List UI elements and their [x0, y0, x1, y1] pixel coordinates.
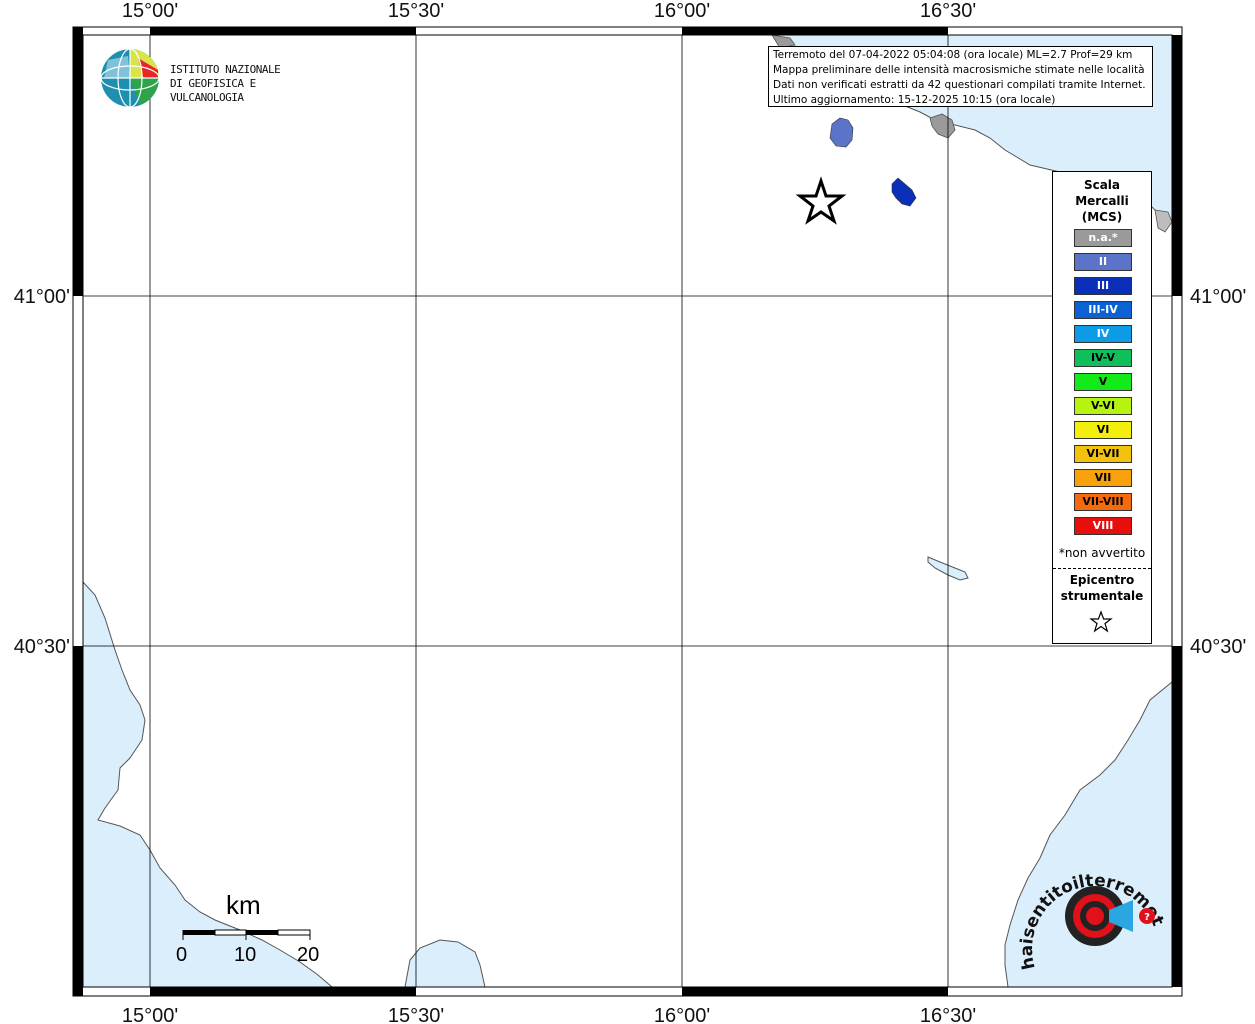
lon-label-top-1: 15°00': [122, 0, 178, 22]
lat-label-right-1: 41°00': [1190, 286, 1246, 308]
legend-epicenter-line1: Epicentro: [1069, 573, 1135, 587]
ingv-name: ISTITUTO NAZIONALE DI GEOFISICA E VULCAN…: [170, 63, 320, 105]
legend-item-vii-viii: VII-VIII: [1074, 493, 1132, 511]
event-info-line2: Mappa preliminare delle intensità macros…: [773, 64, 1145, 76]
scale-bar-label-0: 0: [176, 944, 188, 966]
star-outline-icon: [1089, 610, 1113, 633]
ingv-name-line2: DI GEOFISICA E VULCANOLOGIA: [170, 77, 256, 104]
legend-title-line2: Mercalli: [1075, 194, 1129, 208]
legend-item-vii: VII: [1074, 469, 1132, 487]
lon-label-bottom-3: 16°00': [654, 1005, 710, 1024]
scale-bar-unit: km: [226, 890, 261, 920]
lon-label-top-3: 16°00': [654, 0, 710, 22]
event-info-line1: Terremoto del 07-04-2022 05:04:08 (ora l…: [773, 49, 1133, 61]
event-info-line3: Dati non verificati estratti da 42 quest…: [773, 79, 1146, 91]
legend-item-n-a-: n.a.*: [1074, 229, 1132, 247]
legend-separator: [1053, 568, 1151, 569]
legend-title-line1: Scala: [1083, 178, 1121, 192]
legend-item-viii: VIII: [1074, 517, 1132, 535]
legend-item-ii: II: [1074, 253, 1132, 271]
legend-epicenter-line2: strumentale: [1060, 589, 1144, 603]
lon-label-bottom-1: 15°00': [122, 1005, 178, 1024]
legend-items: n.a.* II III III-IV IV IV-V V V-VI VI VI-VII VII VI…: [1074, 229, 1132, 541]
land-area: [83, 35, 1172, 987]
legend-item-iv-v: IV-V: [1074, 349, 1132, 367]
globe-logo-icon: [100, 48, 160, 108]
lon-label-top-2: 15°30': [388, 0, 444, 22]
legend-epicenter: Epicentro strumentale: [1053, 572, 1151, 604]
legend-item-iii-iv: III-IV: [1074, 301, 1132, 319]
ingv-logo: ISTITUTO NAZIONALE DI GEOFISICA E VULCAN…: [100, 48, 320, 110]
event-info-box: Terremoto del 07-04-2022 05:04:08 (ora l…: [768, 46, 1153, 107]
lat-label-left-1: 41°00': [14, 286, 70, 308]
scale-bar-label-10: 10: [234, 944, 257, 966]
lon-label-bottom-2: 15°30': [388, 1005, 444, 1024]
legend-item-v: V: [1074, 373, 1132, 391]
legend-title: Scala Mercalli (MCS): [1053, 177, 1151, 225]
event-info-line4: Ultimo aggiornamento: 15-12-2025 10:15 (…: [773, 94, 1056, 106]
legend-item-iv: IV: [1074, 325, 1132, 343]
lon-label-top-4: 16°30': [920, 0, 976, 22]
legend-item-iii: III: [1074, 277, 1132, 295]
mcs-legend: Scala Mercalli (MCS) n.a.* II III III-IV IV I…: [1052, 171, 1152, 644]
lat-label-right-2: 40°30': [1190, 636, 1246, 658]
svg-text:?: ?: [1144, 912, 1150, 923]
legend-title-line3: (MCS): [1081, 210, 1123, 224]
scale-bar-label-20: 20: [297, 944, 320, 966]
legend-item-vi: VI: [1074, 421, 1132, 439]
legend-note: *non avvertito: [1058, 546, 1146, 560]
lat-label-left-2: 40°30': [14, 636, 70, 658]
hst-target-logo-icon[interactable]: haisentitoilterremoto.it ?: [1005, 860, 1165, 980]
legend-item-vi-vii: VI-VII: [1074, 445, 1132, 463]
lon-label-bottom-4: 16°30': [920, 1005, 976, 1024]
legend-item-v-vi: V-VI: [1074, 397, 1132, 415]
ingv-name-line1: ISTITUTO NAZIONALE: [170, 63, 281, 76]
